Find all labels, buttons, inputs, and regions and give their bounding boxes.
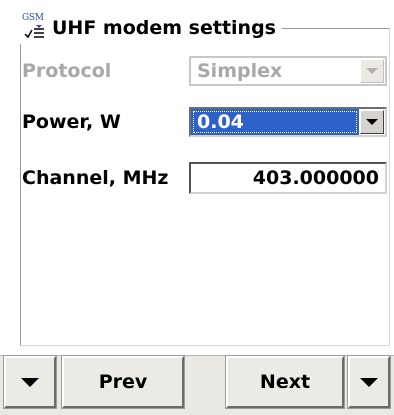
triangle-down-icon xyxy=(21,377,39,387)
chevron-down-icon xyxy=(366,119,378,125)
bottom-navigation-bar: Prev Next xyxy=(0,355,394,415)
protocol-row: Protocol xyxy=(22,56,111,86)
chevron-down-icon xyxy=(366,68,378,74)
next-button-label: Next xyxy=(259,371,311,393)
protocol-select[interactable]: Simplex xyxy=(189,56,387,86)
power-dropdown-button[interactable] xyxy=(360,110,384,134)
power-row: Power, W xyxy=(22,107,121,137)
prev-button[interactable]: Prev xyxy=(61,355,185,409)
prev-button-label: Prev xyxy=(98,371,148,393)
protocol-value: Simplex xyxy=(197,60,283,82)
power-label: Power, W xyxy=(22,111,121,133)
triangle-down-icon xyxy=(360,377,378,387)
channel-row: Channel, MHz xyxy=(22,162,168,194)
channel-label: Channel, MHz xyxy=(22,167,169,189)
channel-input[interactable] xyxy=(189,162,387,194)
group-header: GSM UHF modem settings xyxy=(18,12,282,44)
right-menu-button[interactable] xyxy=(347,355,391,409)
power-select[interactable]: 0.04 xyxy=(189,107,387,137)
protocol-label: Protocol xyxy=(22,60,112,82)
gsm-icon-text: GSM xyxy=(22,13,44,23)
gsm-settings-icon: GSM xyxy=(22,13,48,43)
left-menu-button[interactable] xyxy=(3,355,57,409)
next-button[interactable]: Next xyxy=(225,355,345,409)
group-title: UHF modem settings xyxy=(52,17,276,39)
power-value: 0.04 xyxy=(191,109,359,135)
protocol-dropdown-button[interactable] xyxy=(360,59,384,83)
